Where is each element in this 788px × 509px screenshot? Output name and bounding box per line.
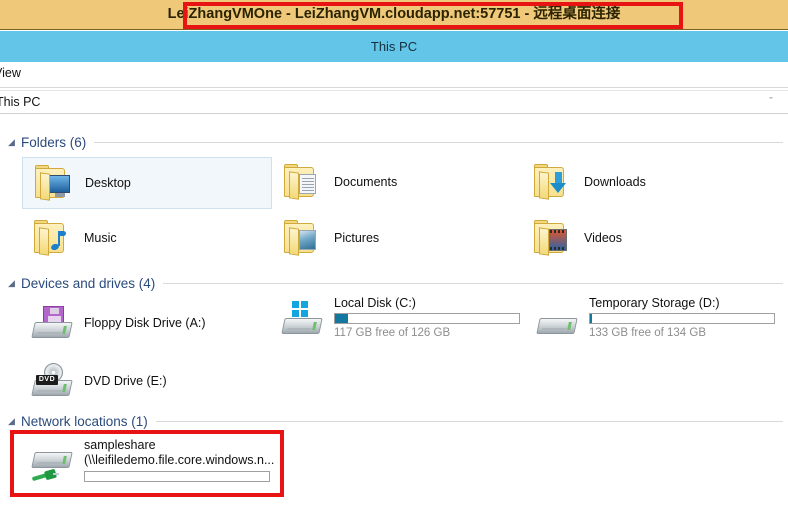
list-item-floppy-drive[interactable]: Floppy Disk Drive (A:)	[22, 298, 272, 350]
list-item-temporary-storage-d[interactable]: Temporary Storage (D:) 133 GB free of 13…	[527, 294, 782, 346]
share-path-label: (\\leifiledemo.file.core.windows.n...	[84, 453, 275, 467]
file-list-content: ◢ Folders (6) Desktop Documents Download…	[0, 116, 788, 509]
rdp-connection-bar: LeiZhangVMOne - LeiZhangVM.cloudapp.net:…	[0, 0, 788, 30]
list-item-sampleshare[interactable]: sampleshare (\\leifiledemo.file.core.win…	[22, 438, 275, 494]
drive-capacity-meter	[334, 313, 520, 324]
group-header-network[interactable]: ◢ Network locations (1)	[8, 411, 783, 431]
collapse-caret-icon[interactable]: ◢	[8, 273, 21, 293]
folder-desktop-icon	[33, 164, 75, 204]
share-capacity-meter	[84, 471, 270, 482]
window-title: This PC	[370, 39, 418, 54]
drive-capacity-fill	[590, 314, 592, 323]
list-item-label: Music	[84, 231, 117, 245]
folder-pictures-icon	[282, 219, 324, 259]
share-name-label: sampleshare	[84, 438, 156, 452]
list-item-music[interactable]: Music	[22, 213, 272, 265]
drive-free-space-label: 117 GB free of 126 GB	[334, 327, 451, 339]
list-item-desktop[interactable]: Desktop	[22, 157, 272, 209]
folder-documents-icon	[282, 163, 324, 203]
network-drive-icon	[31, 446, 74, 486]
list-item-label: DVD Drive (E:)	[84, 374, 167, 388]
list-item-local-disk-c[interactable]: Local Disk (C:) 117 GB free of 126 GB	[272, 294, 527, 346]
list-item-videos[interactable]: Videos	[522, 213, 772, 265]
floppy-drive-icon	[31, 304, 74, 344]
address-bar[interactable]: This PC ˇ	[0, 90, 788, 114]
local-disk-icon	[281, 300, 324, 340]
drive-capacity-fill	[335, 314, 348, 323]
drive-name-label: Temporary Storage (D:)	[589, 296, 720, 310]
list-item-label: Downloads	[584, 175, 646, 189]
list-item-label: Desktop	[85, 176, 131, 190]
group-separator-line	[163, 282, 783, 284]
group-label-folders: Folders (6)	[21, 134, 87, 150]
list-item-label: Documents	[334, 175, 398, 189]
dvd-label-text: DVD	[36, 375, 58, 385]
list-item-downloads[interactable]: Downloads	[522, 157, 772, 209]
temp-storage-icon	[536, 300, 579, 340]
rdp-connection-title: LeiZhangVMOne - LeiZhangVM.cloudapp.net:…	[167, 6, 621, 22]
group-label-devices: Devices and drives (4)	[21, 275, 156, 291]
list-item-label: Pictures	[334, 231, 380, 245]
group-header-folders[interactable]: ◢ Folders (6)	[8, 132, 783, 152]
dvd-drive-icon: DVD	[31, 362, 74, 402]
collapse-caret-icon[interactable]: ◢	[8, 132, 21, 152]
group-header-devices[interactable]: ◢ Devices and drives (4)	[8, 273, 783, 293]
folder-downloads-icon	[532, 163, 574, 203]
group-label-network: Network locations (1)	[21, 413, 148, 429]
tab-view[interactable]: View	[0, 66, 21, 80]
breadcrumb-path[interactable]: This PC	[0, 95, 40, 109]
group-separator-line	[155, 420, 783, 422]
group-separator-line	[94, 141, 783, 143]
folder-videos-icon	[532, 219, 574, 259]
explorer-title-bar: This PC	[0, 31, 788, 62]
collapse-caret-icon[interactable]: ◢	[8, 411, 21, 431]
list-item-documents[interactable]: Documents	[272, 157, 522, 209]
chevron-down-icon[interactable]: ˇ	[764, 95, 778, 109]
list-item-dvd-drive-e[interactable]: DVD DVD Drive (E:)	[22, 356, 272, 408]
drive-name-label: Local Disk (C:)	[334, 296, 416, 310]
drive-free-space-label: 133 GB free of 134 GB	[589, 327, 706, 339]
ribbon-tab-strip: View	[0, 62, 788, 88]
list-item-label: Floppy Disk Drive (A:)	[84, 316, 206, 330]
drive-capacity-meter	[589, 313, 775, 324]
list-item-pictures[interactable]: Pictures	[272, 213, 522, 265]
folder-music-icon	[32, 219, 74, 259]
list-item-label: Videos	[584, 231, 622, 245]
